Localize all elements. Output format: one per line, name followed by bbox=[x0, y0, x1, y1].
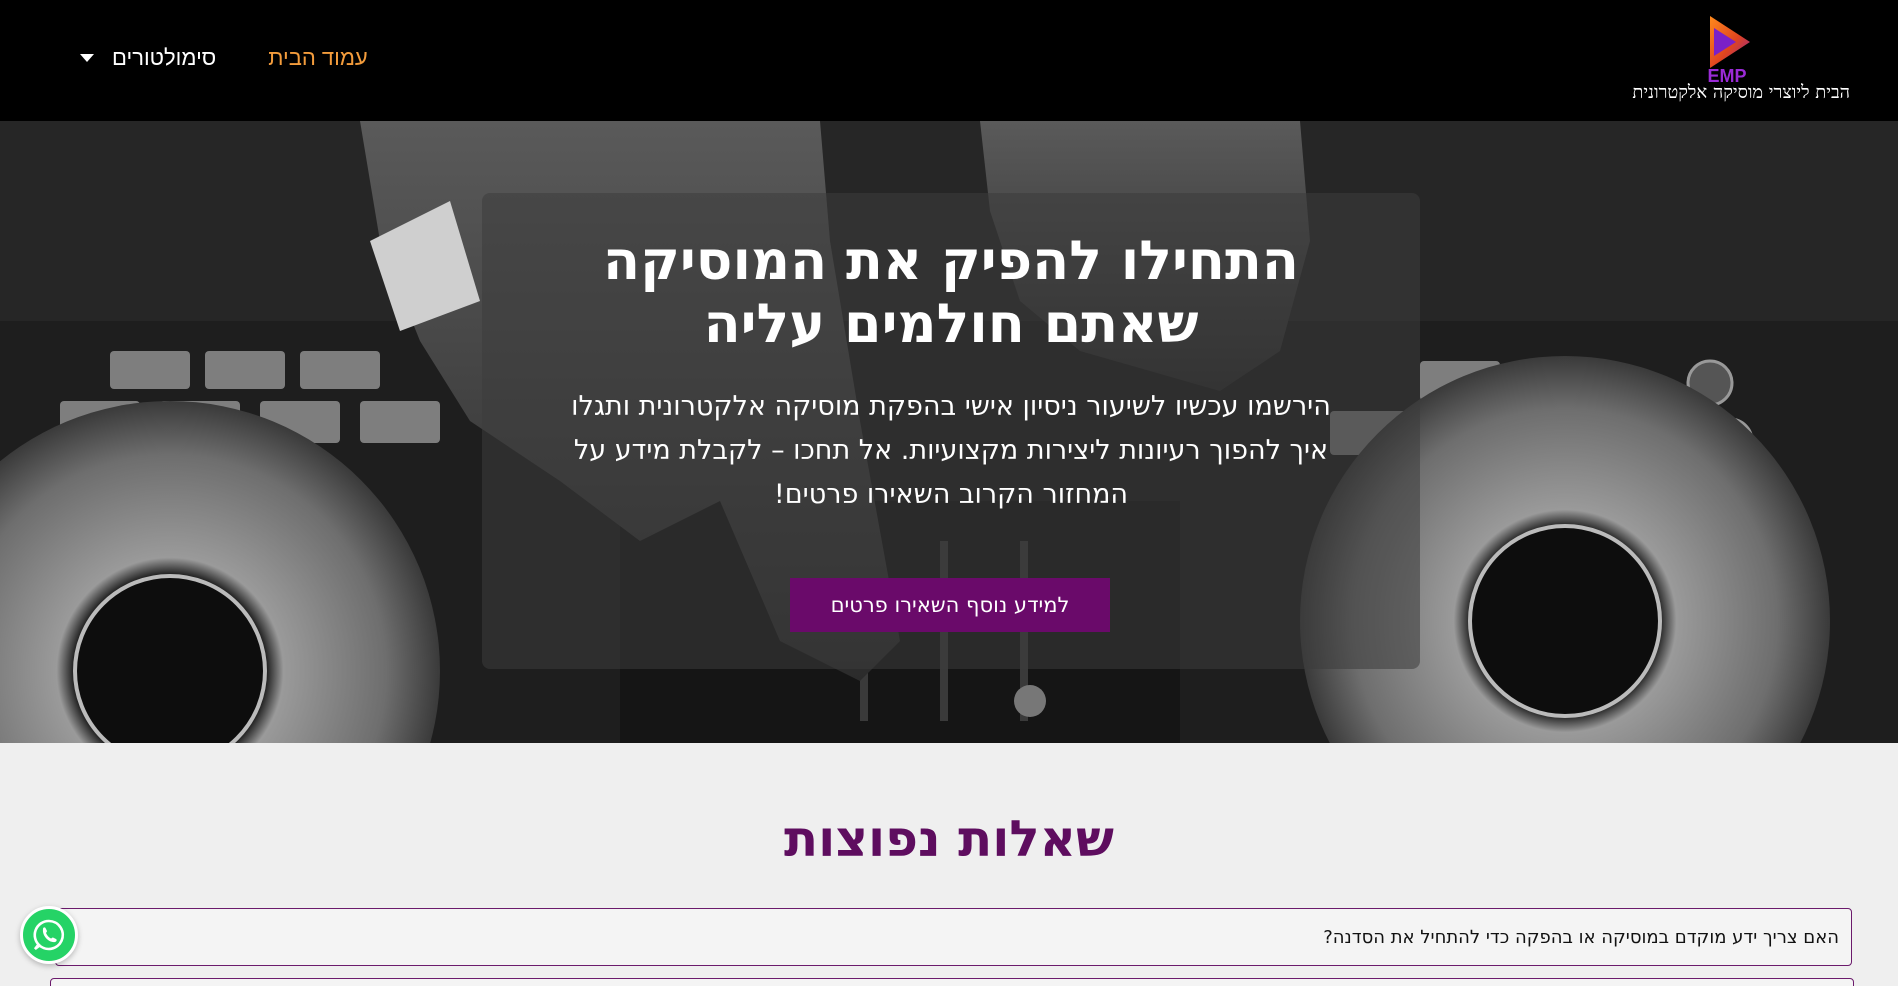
hero-description: הירשמו עכשיו לשיעור ניסיון אישי בהפקת מו… bbox=[520, 385, 1382, 517]
hero-description-line3: המחזור הקרוב השאירו פרטים! bbox=[773, 479, 1129, 510]
faq-item-collapsed[interactable] bbox=[50, 978, 1854, 986]
hero-title-line2: שאתם חולמים עליה bbox=[703, 292, 1199, 355]
main-nav: סימולטורים עמוד הבית bbox=[80, 42, 368, 74]
hero-title-line1: התחילו להפיק את המוסיקה bbox=[603, 229, 1299, 292]
faq-title: שאלות נפוצות bbox=[784, 810, 1114, 868]
nav-simulators-label[interactable]: סימולטורים bbox=[112, 45, 216, 71]
site-logo[interactable]: EMP הבית ליוצרי מוסיקה אלקטרונית bbox=[1610, 12, 1850, 107]
hero-description-line2: איך להפוך רעיונות ליצירות מקצועיות. אל ת… bbox=[573, 435, 1329, 466]
site-header: EMP הבית ליוצרי מוסיקה אלקטרונית סימולטו… bbox=[0, 0, 1898, 121]
whatsapp-button[interactable] bbox=[20, 906, 78, 964]
hero-title: התחילו להפיק את המוסיקה שאתם חולמים עליה bbox=[482, 229, 1420, 355]
caret-down-icon[interactable] bbox=[80, 54, 94, 62]
play-triangle-logo: EMP bbox=[1707, 16, 1750, 84]
logo-tagline: הבית ליוצרי מוסיקה אלקטרונית bbox=[1632, 82, 1850, 103]
faq-item[interactable]: האם צריך ידע מוקדם במוסיקה או בהפקה כדי … bbox=[55, 908, 1852, 966]
nav-simulators-dropdown[interactable]: סימולטורים bbox=[80, 45, 216, 71]
whatsapp-icon bbox=[33, 919, 65, 951]
faq-question[interactable]: האם צריך ידע מוקדם במוסיקה או בהפקה כדי … bbox=[1323, 927, 1839, 948]
nav-home-link[interactable]: עמוד הבית bbox=[268, 45, 368, 71]
hero-section: התחילו להפיק את המוסיקה שאתם חולמים עליה… bbox=[0, 121, 1898, 743]
cta-leave-details-button[interactable]: למידע נוסף השאירו פרטים bbox=[790, 578, 1110, 632]
hero-description-line1: הירשמו עכשיו לשיעור ניסיון אישי בהפקת מו… bbox=[571, 391, 1331, 422]
